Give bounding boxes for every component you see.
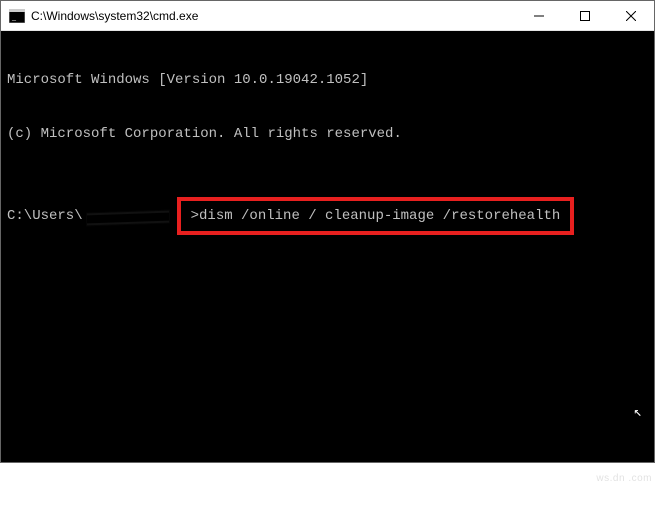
maximize-button[interactable] <box>562 1 608 31</box>
minimize-button[interactable] <box>516 1 562 31</box>
window-title: C:\Windows\system32\cmd.exe <box>31 9 516 23</box>
cmd-window: _ C:\Windows\system32\cmd.exe Microsoft … <box>0 0 655 463</box>
mouse-cursor-icon: ↖ <box>634 404 642 422</box>
close-button[interactable] <box>608 1 654 31</box>
titlebar: _ C:\Windows\system32\cmd.exe <box>1 1 654 31</box>
command-highlight-box: >dism /online / cleanup-image /restorehe… <box>177 197 575 235</box>
window-controls <box>516 1 654 30</box>
copyright-line: (c) Microsoft Corporation. All rights re… <box>7 125 648 143</box>
command-text: >dism /online / cleanup-image /restorehe… <box>191 208 561 224</box>
redacted-username <box>83 209 173 223</box>
cmd-icon: _ <box>9 9 25 23</box>
prompt-line: C:\Users\ >dism /online / cleanup-image /… <box>7 197 648 235</box>
prompt-prefix: C:\Users\ <box>7 207 83 225</box>
version-line: Microsoft Windows [Version 10.0.19042.10… <box>7 71 648 89</box>
terminal-area[interactable]: Microsoft Windows [Version 10.0.19042.10… <box>1 31 654 462</box>
watermark: ws.dn .com <box>596 473 652 484</box>
